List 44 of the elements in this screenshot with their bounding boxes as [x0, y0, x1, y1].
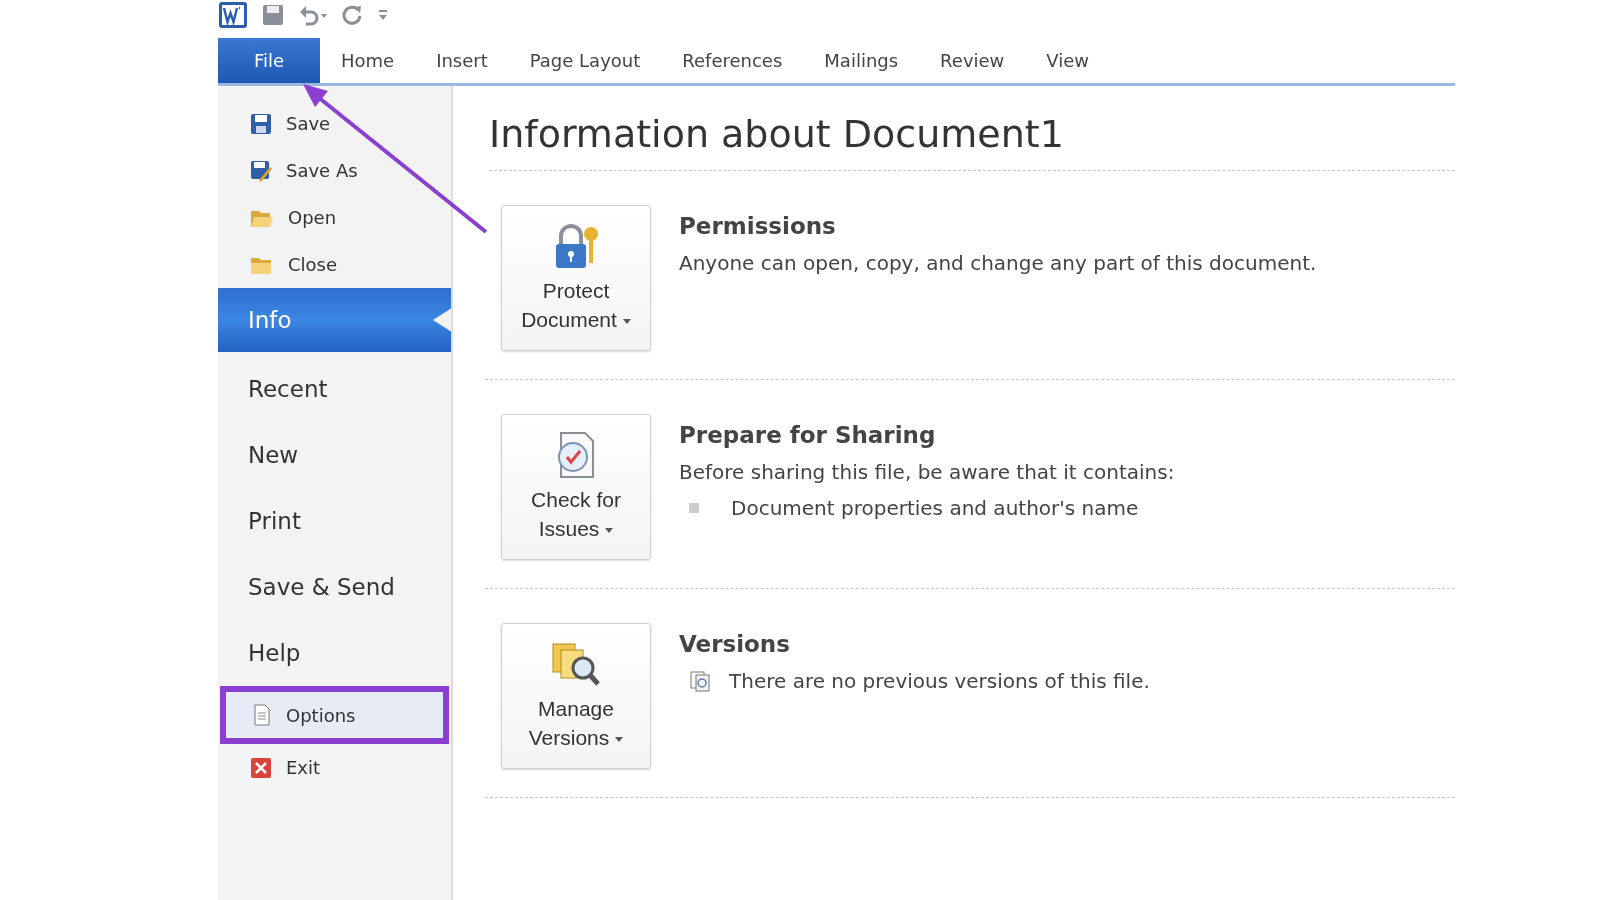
section-text: Anyone can open, copy, and change any part of this document. [679, 251, 1317, 275]
ribbon-tab[interactable]: File [218, 38, 320, 83]
menu-command[interactable]: Close [218, 241, 451, 288]
caret-icon [615, 736, 624, 742]
save-icon[interactable] [262, 4, 284, 26]
section-button[interactable]: Protect Document [501, 205, 651, 351]
ribbon-tab[interactable]: View [1025, 38, 1111, 83]
word-logo-icon[interactable] [218, 1, 248, 29]
undo-icon[interactable] [298, 4, 328, 26]
document-versions-icon [689, 670, 711, 692]
section-text: There are no previous versions of this file. [729, 669, 1150, 693]
page-title: Information about Document1 [489, 112, 1455, 171]
menu-command[interactable]: Save [218, 100, 451, 147]
backstage-tab[interactable]: Recent [218, 356, 451, 422]
section-heading: Permissions [679, 213, 837, 239]
ribbon-tab[interactable]: Page Layout [508, 38, 662, 83]
redo-icon[interactable] [342, 4, 364, 26]
menu-command[interactable]: Options [220, 686, 449, 744]
backstage-tab[interactable]: Help [218, 620, 451, 686]
menu-command[interactable]: Save As [218, 147, 451, 194]
section-button[interactable]: Check for Issues [501, 414, 651, 560]
backstage-tab[interactable]: Save & Send [218, 554, 451, 620]
ribbon-tab[interactable]: References [661, 38, 804, 83]
section-heading: Prepare for Sharing [679, 422, 937, 448]
bullet-text: Document properties and author's name [731, 496, 1139, 520]
backstage-tab[interactable]: New [218, 422, 451, 488]
menu-command[interactable]: Exit [218, 744, 451, 791]
caret-icon [622, 318, 631, 324]
ribbon-tab[interactable]: Home [320, 38, 416, 83]
ribbon-tab[interactable]: Mailings [803, 38, 920, 83]
menu-command[interactable]: Open [218, 194, 451, 241]
ribbon-tab[interactable]: Insert [415, 38, 509, 83]
bullet-square [689, 503, 699, 513]
section-heading: Versions [679, 631, 791, 657]
backstage-tab[interactable]: Info [218, 288, 451, 352]
section-button[interactable]: Manage Versions [501, 623, 651, 769]
customize-dropdown-icon[interactable] [378, 8, 388, 22]
close-x-icon [250, 756, 272, 779]
document-icon [252, 704, 272, 726]
caret-icon [605, 527, 614, 533]
backstage-tab[interactable]: Print [218, 488, 451, 554]
floppy-disk-pencil-icon [250, 159, 272, 182]
ribbon-tab[interactable]: Review [919, 38, 1026, 83]
section-text: Before sharing this file, be aware that it contains: [679, 460, 1175, 484]
